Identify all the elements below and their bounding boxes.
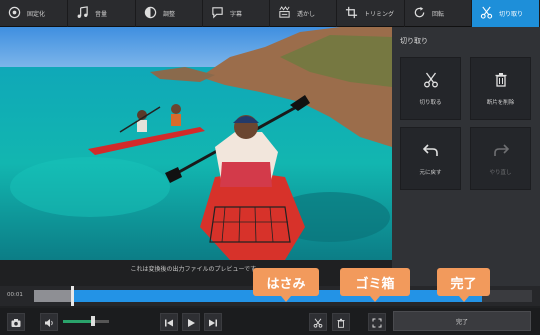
callout-scissors: はさみ [253,268,319,302]
volume-fill [63,320,91,323]
current-time: 00:01 [7,292,23,298]
next-button[interactable] [204,313,222,331]
fullscreen-icon [372,313,382,332]
tab-stabilize[interactable]: 固定化 [0,0,68,27]
tab-cut[interactable]: 切り取り [472,0,540,27]
tab-volume[interactable]: 音量 [68,0,136,27]
cut-button[interactable]: 切り取る [400,57,461,120]
tab-watermark[interactable]: 透かし [270,0,337,27]
volume-knob[interactable] [91,316,95,326]
skip-back-icon [164,313,174,332]
tab-label: 字幕 [230,11,243,18]
undo-button[interactable]: 元に戻す [400,127,461,190]
tab-label: 切り取り [499,11,524,18]
undo-icon [422,142,439,160]
tab-label: 音量 [95,11,108,18]
redo-button-label: やり直し [489,169,512,176]
preview-caption: これは変換後の出力ファイルのプレビューです。 [130,266,262,273]
video-preview [0,27,392,260]
volume-slider[interactable] [63,320,109,323]
subtitle-icon [211,6,224,21]
cut-button-label: 切り取る [419,99,442,106]
redo-icon [493,142,509,160]
speaker-icon [44,313,54,332]
tab-rotate[interactable]: 回転 [405,0,472,27]
scissors-button[interactable] [309,313,327,331]
trash-button[interactable] [332,313,350,331]
callout-done: 完了 [437,268,490,302]
undo-button-label: 元に戻す [419,169,442,176]
music-note-icon [76,6,89,21]
play-button[interactable] [182,313,200,331]
edit-toolbar: 固定化 音量 調整 字幕 透かし トリミング 回転 切り取り [0,0,540,27]
callout-trash: ゴミ箱 [340,268,410,302]
playhead-handle[interactable] [71,286,74,306]
trash-icon [493,72,509,90]
cut-segment[interactable] [34,290,72,302]
play-icon [186,313,196,332]
tab-adjust[interactable]: 調整 [136,0,203,27]
scissors-icon [313,313,323,332]
delete-segment-button[interactable]: 断片を削除 [470,57,531,120]
tab-subtitle[interactable]: 字幕 [203,0,270,27]
crop-icon [345,6,358,21]
tab-crop[interactable]: トリミング [337,0,405,27]
tab-label: 透かし [297,11,316,18]
rotate-icon [413,6,426,21]
scissors-icon [480,6,493,21]
tab-label: 回転 [432,11,445,18]
volume-button[interactable] [40,313,58,331]
snapshot-button[interactable] [7,313,25,331]
previous-button[interactable] [160,313,178,331]
delete-button-label: 断片を削除 [486,99,515,106]
scissors-icon [423,72,439,90]
cut-panel: 切り取り 切り取る 断片を削除 元に戻す やり直し [392,27,540,287]
redo-button[interactable]: やり直し [470,127,531,190]
camera-icon [11,313,21,332]
preview-image [0,27,392,260]
fullscreen-button[interactable] [368,313,386,331]
watermark-icon [278,6,291,21]
adjust-icon [144,6,157,21]
skip-forward-icon [208,313,218,332]
trash-icon [336,313,346,332]
done-button[interactable]: 完了 [393,311,531,331]
tab-label: 固定化 [27,11,46,18]
tab-label: トリミング [364,11,395,18]
stabilize-icon [8,6,21,21]
tab-label: 調整 [163,11,176,18]
panel-title: 切り取り [400,37,428,45]
